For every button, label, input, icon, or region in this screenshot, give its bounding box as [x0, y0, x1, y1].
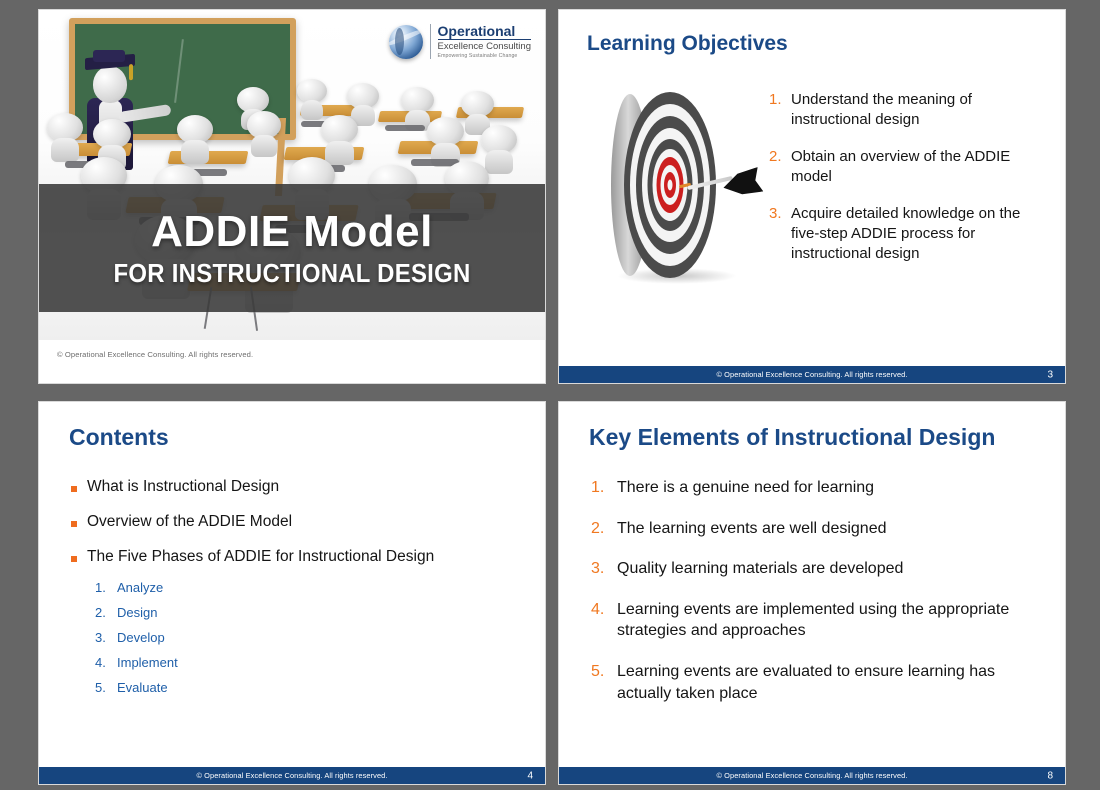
list-item: The Five Phases of ADDIE for Instruction… [71, 547, 515, 567]
list-item-number: 1. [95, 580, 106, 596]
list-item-number: 2. [769, 147, 782, 165]
slide-title-contents: Contents [69, 424, 169, 450]
list-item-number: 5. [591, 662, 605, 680]
list-item-number: 3. [591, 560, 605, 578]
list-item: 1. There is a genuine need for learning [591, 477, 1035, 499]
page-title: ADDIE Model [151, 207, 433, 256]
footer-copyright: © Operational Excellence Consulting. All… [196, 771, 388, 780]
list-item-text: Quality learning materials are developed [617, 560, 904, 578]
list-item-text: Obtain an overview of the ADDIE model [791, 147, 1011, 185]
logo-main-text: Operational [437, 24, 531, 40]
slide-deck-grid: Operational Excellence Consulting Empowe… [38, 9, 1066, 785]
slide-title-learning-objectives: Learning Objectives [587, 32, 788, 55]
learning-objectives-list: 1. Understand the meaning of instruction… [765, 66, 1047, 383]
list-item-number: 1. [591, 479, 605, 496]
slide-title-key-elements: Key Elements of Instructional Design [589, 424, 996, 450]
list-item-number: 2. [95, 605, 106, 621]
contents-sublist: 1. Analyze 2. Design 3. Develop 4. Imple… [71, 580, 515, 695]
list-item: 2. The learning events are well designed [591, 518, 1035, 540]
list-item-text: Evaluate [117, 680, 168, 696]
page-number: 4 [527, 770, 533, 781]
list-item-text: Acquire detailed knowledge on the five-s… [791, 204, 1021, 262]
list-item: 5. Evaluate [95, 680, 515, 695]
slide-footer: © Operational Excellence Consulting. All… [39, 767, 545, 784]
slide-key-elements[interactable]: Key Elements of Instructional Design 1. … [558, 401, 1066, 785]
contents-list: What is Instructional Design Overview of… [39, 451, 545, 705]
key-elements-list: 1. There is a genuine need for learning … [559, 451, 1065, 723]
list-item: 3. Quality learning materials are develo… [591, 558, 1035, 580]
list-item-text: Overview of the ADDIE Model [87, 513, 293, 531]
page-number: 8 [1047, 770, 1053, 781]
list-item: Overview of the ADDIE Model [71, 512, 515, 532]
list-item: 5. Learning events are evaluated to ensu… [591, 661, 1035, 704]
list-item-text: Analyze [117, 580, 164, 596]
company-logo: Operational Excellence Consulting Empowe… [388, 24, 531, 60]
list-item: 4. Implement [95, 655, 515, 670]
dart-icon [678, 176, 759, 190]
page-number: 3 [1047, 369, 1053, 380]
list-item: 2. Obtain an overview of the ADDIE model [769, 147, 1041, 187]
list-item-text: What is Instructional Design [87, 478, 280, 495]
logo-tagline: Empowering Sustainable Change [437, 52, 518, 59]
square-bullet-icon [71, 556, 77, 563]
logo-sub-text: Excellence Consulting [437, 41, 531, 52]
list-item-text: Design [117, 605, 158, 621]
list-item: 1. Understand the meaning of instruction… [769, 90, 1041, 130]
list-item-number: 2. [591, 519, 605, 537]
list-item-text: Develop [117, 630, 165, 646]
square-bullet-icon [71, 521, 77, 528]
page-subtitle: FOR INSTRUCTIONAL DESIGN [113, 258, 471, 288]
list-item-number: 1. [769, 91, 782, 108]
list-item-text: The learning events are well designed [617, 519, 887, 537]
slide-title[interactable]: Operational Excellence Consulting Empowe… [38, 9, 546, 384]
globe-icon [388, 24, 423, 59]
list-item-text: Understand the meaning of instructional … [791, 91, 972, 128]
list-item-number: 4. [95, 655, 106, 671]
list-item-number: 4. [591, 600, 605, 618]
footer-copyright: © Operational Excellence Consulting. All… [716, 370, 908, 379]
slide-footer: © Operational Excellence Consulting. All… [559, 366, 1065, 383]
list-item: What is Instructional Design [71, 477, 515, 497]
square-bullet-icon [71, 486, 77, 492]
list-item: 4. Learning events are implemented using… [591, 599, 1035, 642]
target-dartboard-with-dart [575, 66, 765, 383]
slide-contents[interactable]: Contents What is Instructional Design Ov… [38, 401, 546, 785]
list-item: 3. Acquire detailed knowledge on the fiv… [769, 204, 1041, 264]
slide-footer: © Operational Excellence Consulting. All… [559, 767, 1065, 784]
list-item-number: 5. [95, 680, 106, 696]
list-item: 3. Develop [95, 630, 515, 645]
title-banner: ADDIE Model FOR INSTRUCTIONAL DESIGN [39, 184, 545, 312]
list-item-text: Learning events are evaluated to ensure … [617, 662, 996, 702]
list-item: 1. Analyze [95, 580, 515, 595]
list-item: 2. Design [95, 605, 515, 620]
copyright-notice: © Operational Excellence Consulting. All… [57, 350, 254, 359]
list-item-text: Learning events are implemented using th… [617, 600, 1010, 640]
list-item-text: Implement [117, 655, 178, 671]
list-item-text: There is a genuine need for learning [617, 479, 875, 496]
slide-learning-objectives[interactable]: Learning Objectives 1. Understand the me… [558, 9, 1066, 384]
list-item-text: The Five Phases of ADDIE for Instruction… [87, 548, 435, 566]
footer-copyright: © Operational Excellence Consulting. All… [716, 771, 908, 780]
list-item-number: 3. [95, 630, 106, 646]
classroom-3d-illustration: Operational Excellence Consulting Empowe… [39, 10, 545, 340]
list-item-number: 3. [769, 204, 782, 222]
